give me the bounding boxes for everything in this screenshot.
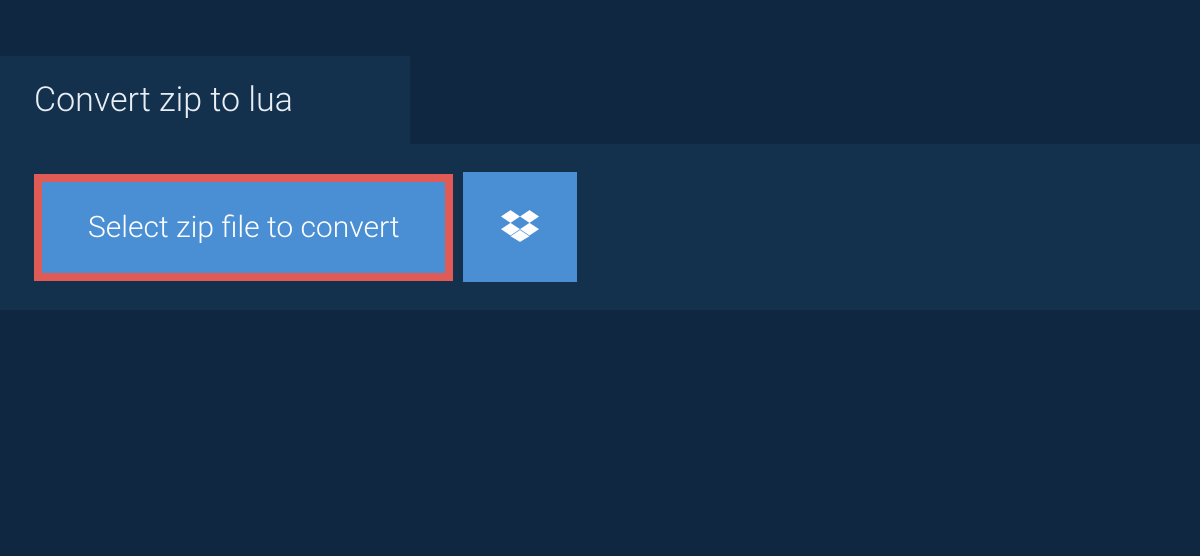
dropbox-icon	[501, 207, 539, 248]
select-file-button[interactable]: Select zip file to convert	[34, 174, 453, 281]
page-title-tab: Convert zip to lua	[0, 56, 410, 144]
dropbox-source-button[interactable]	[463, 172, 577, 282]
select-file-label: Select zip file to convert	[88, 210, 399, 245]
page-title: Convert zip to lua	[34, 80, 293, 120]
action-panel: Select zip file to convert	[0, 144, 1200, 310]
